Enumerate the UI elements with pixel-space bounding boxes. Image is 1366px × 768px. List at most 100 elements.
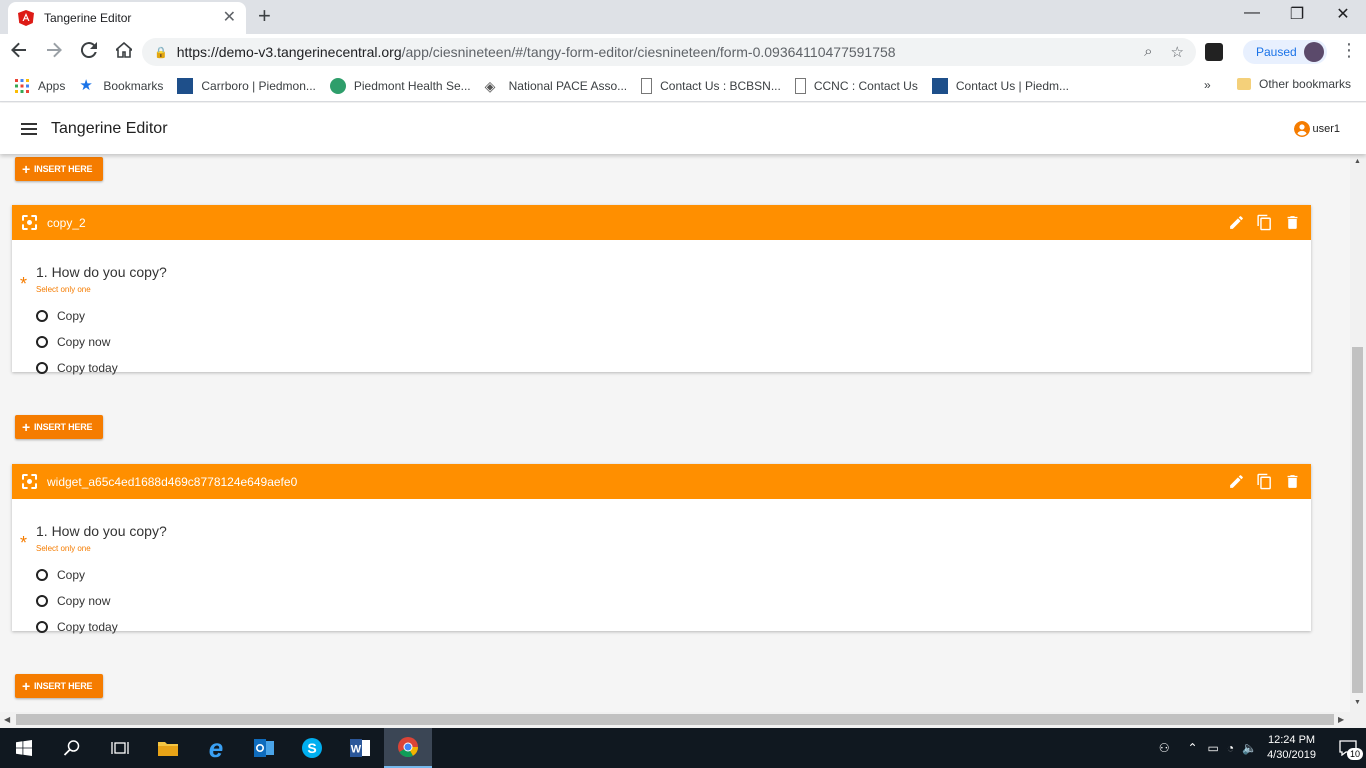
radio-option[interactable]: Copy today	[36, 361, 1311, 375]
site-icon	[177, 77, 194, 94]
required-mark: *	[20, 533, 28, 553]
page-icon	[794, 77, 806, 94]
maximize-button[interactable]: ❐	[1274, 4, 1320, 24]
focus-icon	[22, 474, 37, 489]
chrome-button[interactable]	[384, 728, 432, 768]
radio-option[interactable]: Copy now	[36, 335, 1311, 349]
scrollbar-thumb[interactable]	[1352, 347, 1363, 693]
lock-icon: 🔒	[154, 46, 168, 59]
bookmark-star-icon[interactable]: ☆	[1171, 43, 1184, 61]
bookmark-item[interactable]: Carrboro | Piedmon...	[177, 77, 316, 94]
insert-here-button[interactable]: + INSERT HERE	[15, 415, 103, 439]
copy-icon[interactable]	[1256, 214, 1273, 231]
skype-icon: S	[302, 738, 322, 758]
insert-here-button[interactable]: + INSERT HERE	[15, 674, 103, 698]
app-header: Tangerine Editor user1	[0, 103, 1366, 154]
bookmark-item[interactable]: Apps	[14, 78, 65, 94]
extension-icon[interactable]	[1205, 43, 1223, 61]
page-title: Tangerine Editor	[51, 119, 168, 137]
profile-button[interactable]: Paused	[1243, 40, 1327, 64]
scroll-down-icon[interactable]: ▼	[1354, 699, 1361, 706]
bookmark-item[interactable]: Contact Us : BCBSN...	[641, 77, 781, 94]
zoom-icon[interactable]: ⌕	[1144, 43, 1152, 61]
required-mark: *	[20, 274, 28, 294]
radio-button[interactable]	[36, 362, 48, 374]
edge-browser-button[interactable]: e	[192, 728, 240, 768]
people-icon[interactable]: ⚇	[1159, 741, 1170, 755]
task-view-button[interactable]	[96, 728, 144, 768]
notification-count: 10	[1346, 748, 1363, 760]
account-icon	[1294, 121, 1311, 137]
radio-button[interactable]	[36, 310, 48, 322]
skype-button[interactable]: S	[288, 728, 336, 768]
radio-button[interactable]	[36, 621, 48, 633]
home-button[interactable]	[108, 41, 140, 63]
other-bookmarks[interactable]: Other bookmarks	[1237, 77, 1351, 91]
form-editor-content: + INSERT HERE copy_2 * 1. How do you copy…	[0, 154, 1350, 712]
widget-card-header: copy_2	[12, 205, 1311, 240]
copy-icon[interactable]	[1256, 473, 1273, 490]
radio-button[interactable]	[36, 595, 48, 607]
bookmark-item[interactable]: ◈ National PACE Asso...	[485, 78, 628, 94]
browser-menu-icon[interactable]: ⋮	[1340, 40, 1358, 61]
radio-option[interactable]: Copy	[36, 568, 1311, 582]
bookmark-item[interactable]: ★ Bookmarks	[79, 77, 163, 94]
menu-icon[interactable]	[21, 122, 37, 135]
delete-icon[interactable]	[1284, 473, 1301, 490]
file-explorer-button[interactable]	[144, 728, 192, 768]
edit-icon[interactable]	[1228, 473, 1245, 490]
widget-name: widget_a65c4ed1688d469c8778124e649aefe0	[47, 474, 298, 489]
search-button[interactable]	[48, 728, 96, 768]
volume-icon[interactable]: 🔈	[1242, 741, 1257, 755]
scroll-left-icon[interactable]: ◀	[4, 715, 10, 724]
horizontal-scrollbar[interactable]: ◀ ▶	[0, 712, 1366, 728]
widget-name: copy_2	[47, 215, 86, 230]
forward-button[interactable]	[38, 42, 70, 63]
bookmark-item[interactable]: Contact Us | Piedm...	[931, 77, 1069, 94]
user-menu[interactable]: user1	[1294, 121, 1340, 137]
back-button[interactable]	[3, 42, 35, 63]
radio-option[interactable]: Copy today	[36, 620, 1311, 634]
bookmark-item[interactable]: Piedmont Health Se...	[329, 77, 471, 94]
radio-button[interactable]	[36, 336, 48, 348]
vertical-scrollbar[interactable]: ▲ ▼	[1350, 154, 1366, 712]
close-window-button[interactable]: ✕	[1320, 4, 1366, 24]
chevron-up-icon[interactable]: ⌃	[1187, 741, 1197, 755]
insert-here-button[interactable]: + INSERT HERE	[15, 157, 103, 181]
delete-icon[interactable]	[1284, 214, 1301, 231]
reload-button[interactable]	[73, 41, 105, 63]
bookmark-item[interactable]: CCNC : Contact Us	[794, 77, 918, 94]
arrow-left-icon	[11, 42, 26, 57]
minimize-button[interactable]: —	[1229, 4, 1275, 22]
url-text: https://demo-v3.tangerinecentral.org/app…	[176, 44, 896, 60]
site-icon	[931, 77, 948, 94]
tab-close-icon[interactable]: ✕	[223, 10, 236, 26]
angular-icon	[18, 10, 34, 26]
scroll-right-icon[interactable]: ▶	[1338, 715, 1344, 724]
tab-title: Tangerine Editor	[44, 11, 132, 25]
bookmarks-bar: Apps ★ Bookmarks Carrboro | Piedmon... Pi…	[0, 70, 1366, 102]
folder-icon	[158, 742, 178, 756]
radio-option[interactable]: Copy now	[36, 594, 1311, 608]
battery-icon[interactable]: ▭	[1208, 741, 1219, 755]
username: user1	[1312, 123, 1340, 135]
scroll-up-icon[interactable]: ▲	[1354, 158, 1361, 165]
clock-time: 12:24 PM	[1267, 734, 1316, 746]
bookmarks-overflow-button[interactable]: »	[1204, 78, 1211, 92]
start-button[interactable]	[0, 728, 48, 768]
radio-option[interactable]: Copy	[36, 309, 1311, 323]
new-tab-button[interactable]: +	[258, 5, 271, 27]
apps-grid-icon	[15, 78, 29, 93]
radio-button[interactable]	[36, 569, 48, 581]
address-bar[interactable]: 🔒 https://demo-v3.tangerinecentral.org/a…	[142, 38, 1196, 66]
wifi-icon[interactable]: ◔	[1227, 741, 1234, 755]
edit-icon[interactable]	[1228, 214, 1245, 231]
notification-button[interactable]: 10	[1330, 728, 1366, 768]
word-button[interactable]: W	[336, 728, 384, 768]
browser-tab[interactable]: Tangerine Editor ✕	[8, 2, 246, 34]
scrollbar-thumb[interactable]	[16, 714, 1334, 725]
question-label: 1. How do you copy?	[36, 264, 167, 280]
question-hint: Select only one	[36, 544, 91, 553]
outlook-button[interactable]	[240, 728, 288, 768]
system-clock[interactable]: 12:24 PM 4/30/2019	[1267, 733, 1316, 763]
